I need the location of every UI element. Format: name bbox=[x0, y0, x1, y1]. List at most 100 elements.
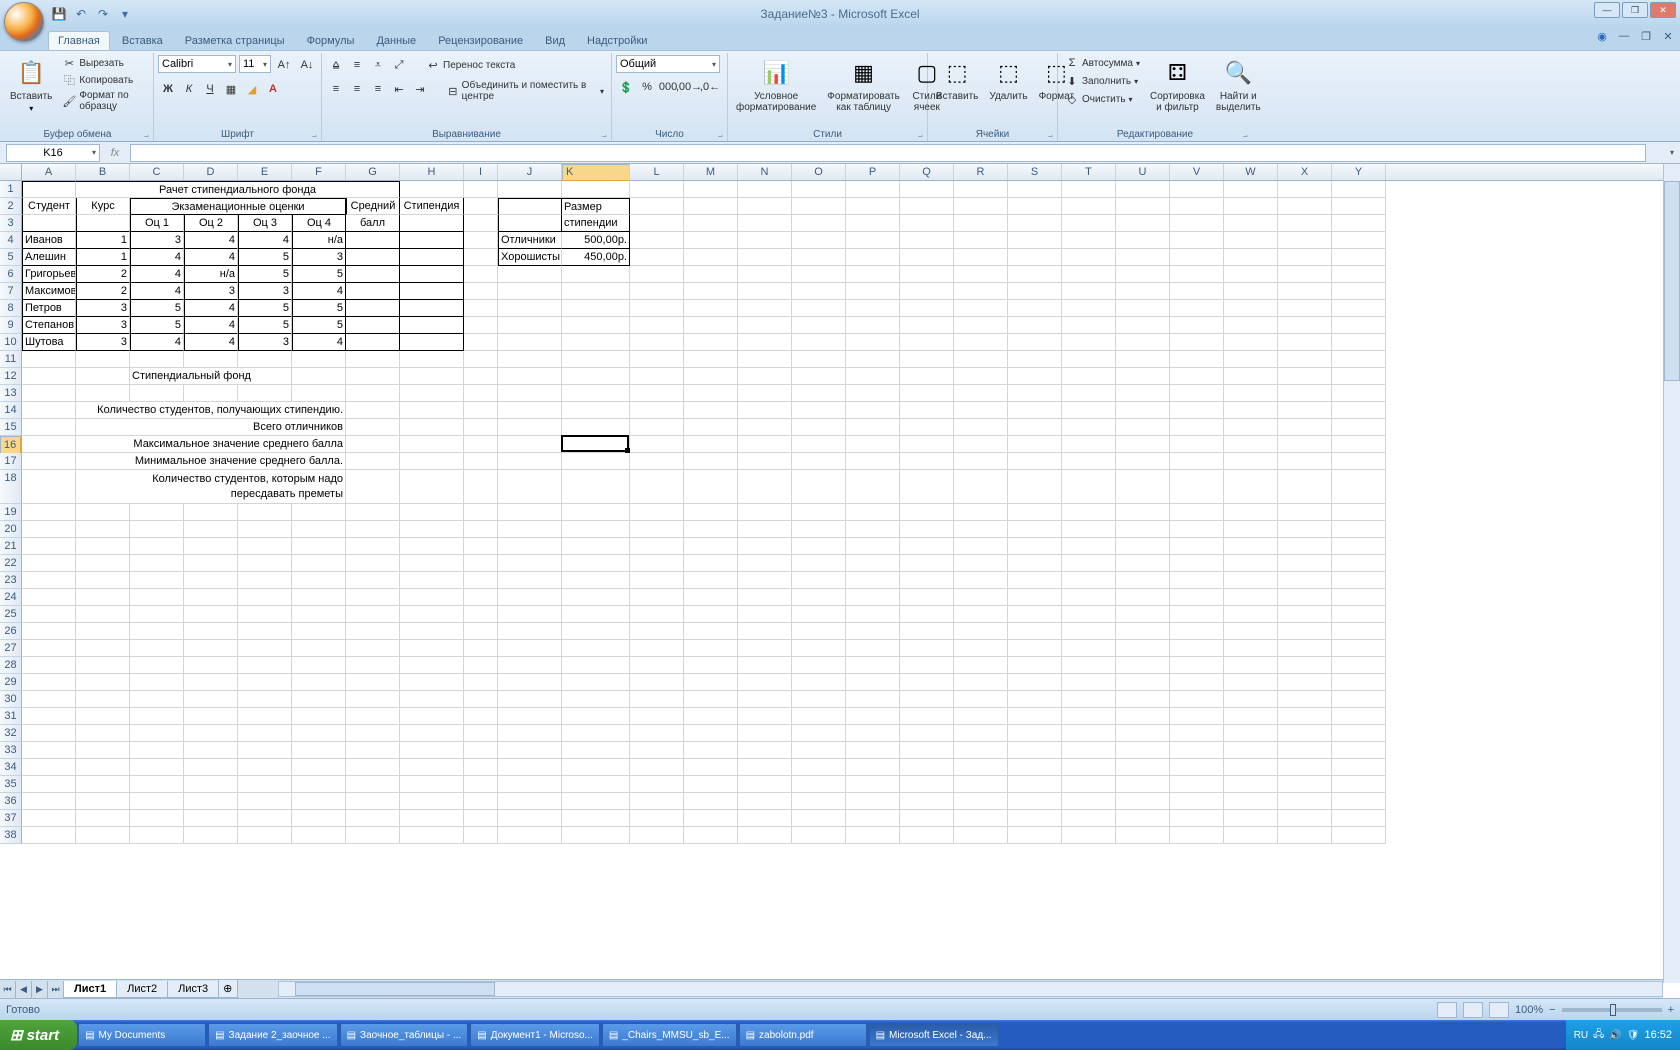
cell[interactable] bbox=[630, 232, 684, 249]
cell[interactable] bbox=[346, 521, 400, 538]
cell[interactable] bbox=[684, 181, 738, 198]
cell[interactable] bbox=[1170, 181, 1224, 198]
cell[interactable] bbox=[1008, 708, 1062, 725]
cell[interactable] bbox=[22, 691, 76, 708]
cell[interactable] bbox=[498, 317, 562, 334]
cell[interactable] bbox=[1332, 300, 1386, 317]
align-middle-button[interactable]: ≡ bbox=[347, 55, 367, 75]
cell[interactable]: 4 bbox=[238, 232, 292, 249]
cell[interactable] bbox=[130, 385, 184, 402]
cell[interactable] bbox=[498, 453, 562, 470]
cell[interactable] bbox=[846, 317, 900, 334]
row-header[interactable]: 3 bbox=[0, 215, 22, 232]
cell[interactable] bbox=[464, 657, 498, 674]
cell[interactable] bbox=[1062, 793, 1116, 810]
cell[interactable] bbox=[1224, 776, 1278, 793]
cell[interactable] bbox=[76, 742, 130, 759]
cell[interactable] bbox=[562, 827, 630, 844]
cell[interactable] bbox=[292, 810, 346, 827]
cell[interactable] bbox=[464, 606, 498, 623]
cell[interactable] bbox=[1116, 640, 1170, 657]
cell[interactable]: 500,00р. bbox=[562, 232, 630, 249]
cell[interactable] bbox=[562, 283, 630, 300]
cell[interactable] bbox=[1008, 402, 1062, 419]
cell[interactable]: 5 bbox=[238, 317, 292, 334]
row-header[interactable]: 24 bbox=[0, 589, 22, 606]
cell[interactable] bbox=[738, 674, 792, 691]
cell[interactable] bbox=[954, 181, 1008, 198]
cell[interactable]: 3 bbox=[76, 317, 130, 334]
cell[interactable] bbox=[1224, 249, 1278, 266]
cell[interactable] bbox=[1062, 436, 1116, 453]
cell[interactable] bbox=[1224, 691, 1278, 708]
cell[interactable] bbox=[738, 300, 792, 317]
cell[interactable] bbox=[1332, 283, 1386, 300]
cell[interactable] bbox=[498, 657, 562, 674]
cell[interactable]: Максимов bbox=[22, 283, 76, 300]
cell[interactable] bbox=[1008, 589, 1062, 606]
cell[interactable] bbox=[1170, 249, 1224, 266]
cell[interactable] bbox=[1224, 657, 1278, 674]
cell[interactable] bbox=[684, 334, 738, 351]
cell[interactable] bbox=[630, 249, 684, 266]
cell[interactable] bbox=[464, 793, 498, 810]
cell[interactable] bbox=[846, 351, 900, 368]
cell[interactable] bbox=[400, 538, 464, 555]
cell[interactable] bbox=[400, 555, 464, 572]
cell[interactable] bbox=[900, 334, 954, 351]
cell[interactable] bbox=[684, 691, 738, 708]
format-painter-button[interactable]: 🖌Формат по образцу bbox=[59, 89, 149, 113]
cell[interactable] bbox=[792, 640, 846, 657]
cell[interactable] bbox=[400, 385, 464, 402]
cell[interactable] bbox=[900, 640, 954, 657]
cell[interactable] bbox=[792, 606, 846, 623]
inc-decimal-button[interactable]: ,00→ bbox=[679, 77, 699, 97]
column-header[interactable]: M bbox=[684, 164, 738, 180]
cell[interactable] bbox=[846, 589, 900, 606]
cell[interactable] bbox=[846, 232, 900, 249]
cell[interactable] bbox=[630, 810, 684, 827]
cell[interactable] bbox=[1332, 827, 1386, 844]
cell[interactable]: Всего отличников bbox=[76, 419, 346, 436]
row-header[interactable]: 9 bbox=[0, 317, 22, 334]
cell[interactable] bbox=[1224, 504, 1278, 521]
cell[interactable] bbox=[292, 708, 346, 725]
row-header[interactable]: 38 bbox=[0, 827, 22, 844]
cell[interactable] bbox=[1170, 742, 1224, 759]
cell[interactable] bbox=[630, 606, 684, 623]
cell[interactable] bbox=[954, 351, 1008, 368]
cell[interactable] bbox=[1224, 810, 1278, 827]
formula-bar-expand[interactable]: ▾ bbox=[1664, 144, 1680, 162]
cell[interactable] bbox=[76, 674, 130, 691]
cell[interactable] bbox=[562, 793, 630, 810]
cell[interactable] bbox=[22, 793, 76, 810]
cell[interactable] bbox=[400, 640, 464, 657]
cell[interactable] bbox=[792, 436, 846, 453]
cell[interactable] bbox=[464, 436, 498, 453]
cell[interactable] bbox=[1170, 589, 1224, 606]
cell[interactable] bbox=[630, 657, 684, 674]
cell[interactable] bbox=[1116, 691, 1170, 708]
cell[interactable] bbox=[738, 742, 792, 759]
cell[interactable] bbox=[738, 776, 792, 793]
cell[interactable] bbox=[464, 232, 498, 249]
cell[interactable] bbox=[1332, 538, 1386, 555]
cell[interactable] bbox=[76, 215, 130, 232]
cell[interactable]: 4 bbox=[292, 334, 346, 351]
cell[interactable] bbox=[22, 776, 76, 793]
cell[interactable] bbox=[562, 725, 630, 742]
cell[interactable] bbox=[1116, 776, 1170, 793]
cell[interactable] bbox=[1008, 555, 1062, 572]
cell[interactable] bbox=[346, 640, 400, 657]
cell[interactable] bbox=[400, 215, 464, 232]
cell[interactable] bbox=[400, 368, 464, 385]
cell[interactable] bbox=[464, 708, 498, 725]
sheet-tab-2[interactable]: Лист2 bbox=[116, 981, 168, 998]
cell[interactable] bbox=[400, 742, 464, 759]
cell[interactable] bbox=[562, 300, 630, 317]
cell[interactable] bbox=[464, 249, 498, 266]
cell[interactable] bbox=[1224, 521, 1278, 538]
cell[interactable] bbox=[792, 351, 846, 368]
cell[interactable] bbox=[498, 470, 562, 504]
cell[interactable]: 4 bbox=[292, 283, 346, 300]
